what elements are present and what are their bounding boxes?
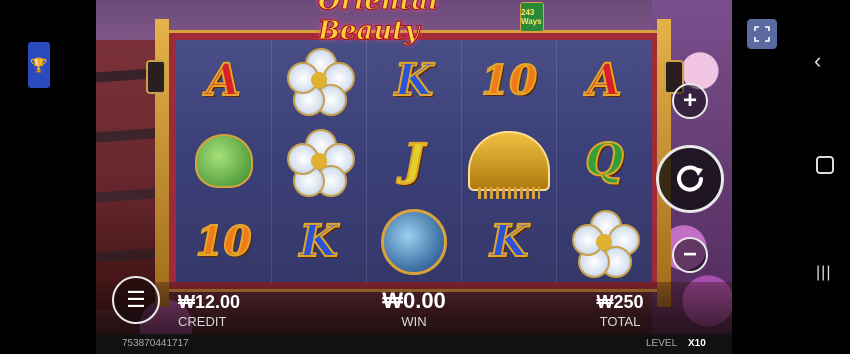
reel-divider: [461, 40, 462, 282]
reel-cell: K: [366, 40, 461, 121]
reel-divider: [271, 40, 272, 282]
level-label: LEVEL: [646, 338, 678, 349]
increase-bet-button[interactable]: +: [672, 83, 708, 119]
symbol-k: K: [394, 54, 434, 107]
spin-button[interactable]: [656, 145, 724, 213]
jade-bag-icon: [194, 133, 253, 188]
lantern-left: [146, 60, 166, 94]
reel-cell: 10: [176, 201, 271, 282]
reel-cell: 10: [462, 40, 557, 121]
game-title: Oriental Beauty: [318, 0, 439, 47]
symbol-10: 10: [480, 56, 538, 105]
plus-icon: +: [682, 87, 697, 114]
win-value: ₩0.00: [382, 288, 446, 313]
session-id: 753870441717: [122, 338, 189, 349]
recent-apps-icon[interactable]: |||: [816, 264, 831, 282]
plum-blossom-icon: [572, 209, 641, 278]
footer-bar: [96, 334, 732, 354]
total-bet-value[interactable]: ₩250: [590, 292, 650, 313]
symbol-a: A: [206, 54, 242, 107]
menu-button[interactable]: ☰: [112, 276, 160, 324]
ways-badge: 243 Ways: [520, 2, 544, 32]
reel-cell: A: [176, 40, 271, 121]
reel-divider: [556, 40, 557, 282]
reel-grid: A K 10 A J Q 10 K K: [176, 40, 652, 282]
system-nav-bar: [732, 0, 850, 354]
symbol-q: Q: [584, 134, 624, 187]
trophy-icon: 🏆: [30, 56, 48, 73]
symbol-a: A: [586, 54, 622, 107]
minus-icon: −: [682, 241, 697, 268]
reel-cell: [557, 201, 652, 282]
trophy-button[interactable]: 🏆: [28, 42, 50, 88]
symbol-k: K: [489, 215, 529, 268]
reel-cell: Q: [557, 121, 652, 202]
credit-value: ₩12.00: [178, 292, 241, 312]
reel-divider: [366, 40, 367, 282]
fullscreen-button[interactable]: [747, 19, 777, 49]
reel-cell: [271, 40, 366, 121]
symbol-k: K: [299, 215, 339, 268]
symbol-10: 10: [195, 217, 253, 266]
plum-blossom-icon: [286, 128, 355, 197]
symbol-j: J: [403, 134, 426, 187]
reel-cell: K: [462, 201, 557, 282]
fullscreen-icon: [754, 26, 770, 42]
decrease-bet-button[interactable]: −: [672, 237, 708, 273]
mirror-icon: [380, 208, 458, 275]
reel-cell: [366, 201, 461, 282]
reel-cell: [271, 121, 366, 202]
menu-icon: ☰: [126, 287, 146, 312]
level-value: X10: [688, 338, 706, 349]
back-icon[interactable]: ‹: [814, 48, 821, 74]
reel-cell: J: [366, 121, 461, 202]
reel-cell: K: [271, 201, 366, 282]
reel-cell: [176, 121, 271, 202]
total-bet-label: TOTAL: [599, 314, 641, 329]
jeweled-comb-icon: [468, 130, 551, 199]
home-icon[interactable]: [816, 156, 834, 174]
win-label: WIN: [401, 314, 427, 329]
reel-cell: [462, 121, 557, 202]
plum-blossom-icon: [286, 48, 355, 117]
credit-label: CREDIT: [178, 314, 227, 329]
spin-icon: [677, 165, 703, 192]
reel-cell: A: [557, 40, 652, 121]
